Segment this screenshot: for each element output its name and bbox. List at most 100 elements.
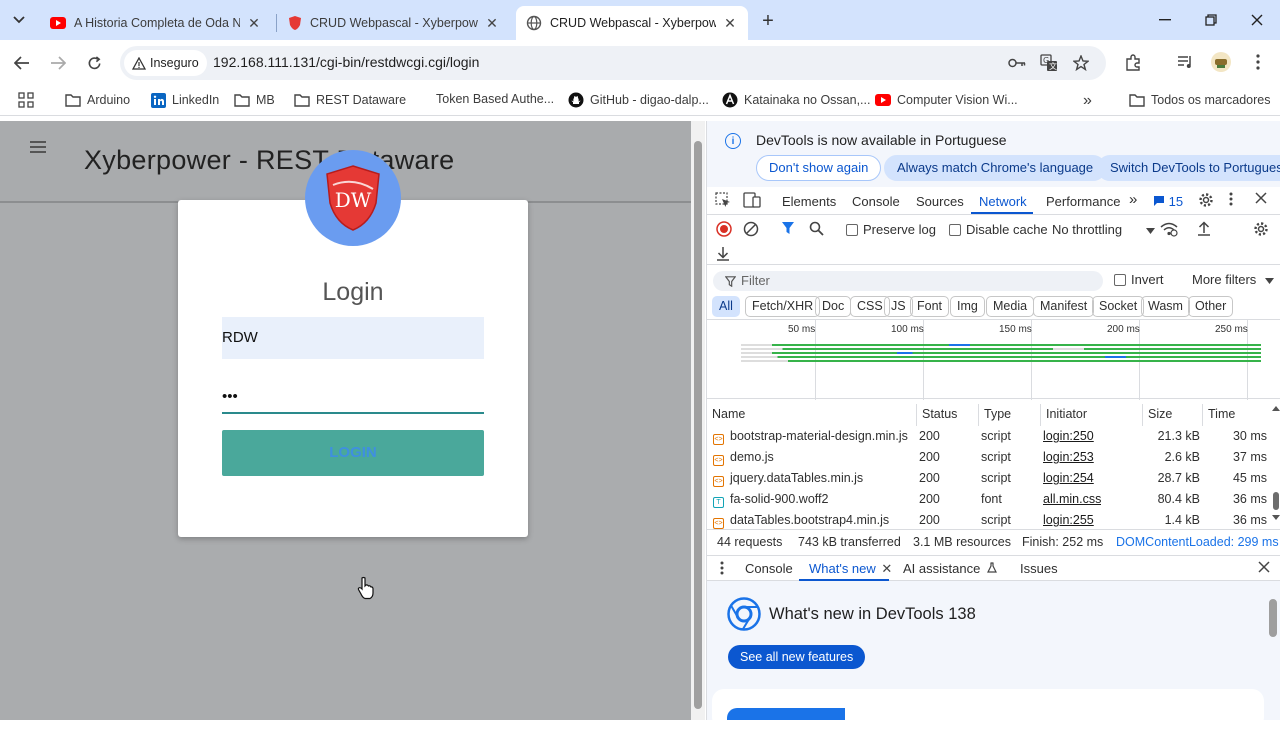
- tab-sources[interactable]: Sources: [916, 194, 964, 209]
- bookmark-katainaka[interactable]: Katainaka no Ossan,...: [722, 92, 870, 108]
- url-text[interactable]: 192.168.111.131/cgi-bin/restdwcgi.cgi/lo…: [213, 54, 479, 70]
- tab-performance[interactable]: Performance: [1046, 194, 1120, 209]
- request-initiator[interactable]: all.min.css: [1043, 489, 1101, 510]
- tab-elements[interactable]: Elements: [782, 194, 836, 209]
- column-time[interactable]: Time: [1203, 404, 1271, 426]
- column-size[interactable]: Size: [1143, 404, 1203, 426]
- close-icon[interactable]: ✕: [722, 15, 738, 31]
- request-initiator[interactable]: login:254: [1043, 468, 1094, 489]
- clear-icon[interactable]: [743, 221, 759, 237]
- password-field[interactable]: •••: [222, 376, 484, 414]
- table-row[interactable]: <> demo.js 200 script login:253 2.6 kB 37…: [707, 447, 1271, 468]
- invert-checkbox[interactable]: Invert: [1114, 272, 1164, 287]
- switch-portuguese-button[interactable]: Switch DevTools to Portuguese: [1097, 155, 1280, 181]
- see-all-features-button[interactable]: See all new features: [728, 645, 866, 669]
- disable-cache-checkbox[interactable]: Disable cache: [949, 222, 1048, 237]
- security-chip[interactable]: Inseguro: [124, 50, 207, 76]
- chip-other[interactable]: Other: [1188, 296, 1234, 317]
- more-vertical-icon[interactable]: [1229, 192, 1233, 206]
- new-tab-button[interactable]: +: [756, 9, 780, 33]
- table-row[interactable]: <> dataTables.bootstrap4.min.js 200 scrip…: [707, 510, 1271, 531]
- back-button[interactable]: [9, 50, 35, 76]
- extensions-button[interactable]: [1121, 50, 1145, 74]
- bookmark-star-icon[interactable]: [1071, 53, 1091, 73]
- close-drawer-icon[interactable]: [1258, 561, 1270, 573]
- translate-icon[interactable]: G文: [1039, 53, 1059, 73]
- drawer-tab-ai-assistance[interactable]: AI assistance: [903, 561, 997, 576]
- address-bar[interactable]: Inseguro 192.168.111.131/cgi-bin/restdwc…: [120, 46, 1106, 80]
- media-control-button[interactable]: [1173, 50, 1197, 74]
- close-icon[interactable]: ✕: [881, 561, 892, 576]
- drawer-tab-issues[interactable]: Issues: [1020, 561, 1058, 576]
- preserve-log-checkbox[interactable]: Preserve log: [846, 222, 936, 237]
- chip-js[interactable]: JS: [884, 296, 913, 317]
- forward-button[interactable]: [45, 50, 71, 76]
- scrollbar-thumb[interactable]: [1273, 492, 1279, 510]
- dont-show-again-button[interactable]: Don't show again: [756, 155, 882, 181]
- scrollbar-thumb[interactable]: [694, 141, 702, 709]
- profile-avatar[interactable]: [1209, 50, 1233, 74]
- network-settings-gear-icon[interactable]: [1253, 221, 1269, 237]
- column-initiator[interactable]: Initiator: [1041, 404, 1143, 426]
- export-har-icon[interactable]: [716, 246, 730, 261]
- chip-fetch-xhr[interactable]: Fetch/XHR: [745, 296, 821, 317]
- tab-console[interactable]: Console: [852, 194, 900, 209]
- record-icon[interactable]: [716, 221, 732, 237]
- more-filters-dropdown[interactable]: More filters: [1192, 272, 1274, 287]
- all-bookmarks[interactable]: Todos os marcadores: [1129, 92, 1271, 108]
- tab-search-button[interactable]: [6, 7, 32, 33]
- chip-media[interactable]: Media: [986, 296, 1035, 317]
- settings-gear-icon[interactable]: [1198, 192, 1214, 208]
- more-bookmarks-button[interactable]: »: [1083, 92, 1092, 110]
- request-initiator[interactable]: login:250: [1043, 426, 1094, 447]
- close-devtools-icon[interactable]: [1255, 192, 1267, 204]
- username-field[interactable]: RDW: [222, 317, 484, 359]
- checkbox-box[interactable]: [949, 224, 961, 236]
- column-name[interactable]: Name: [707, 404, 917, 426]
- table-row[interactable]: <> bootstrap-material-design.min.js 200 s…: [707, 426, 1271, 447]
- throttling-select[interactable]: No throttling: [1052, 222, 1155, 237]
- key-icon[interactable]: [1007, 53, 1027, 73]
- chip-doc[interactable]: Doc: [815, 296, 852, 317]
- tab-crud-1[interactable]: CRUD Webpascal - Xyberpower ✕: [278, 6, 510, 40]
- chip-wasm[interactable]: Wasm: [1141, 296, 1190, 317]
- drawer-scrollbar-thumb[interactable]: [1269, 599, 1277, 637]
- filter-input[interactable]: Filter: [713, 271, 1103, 291]
- tab-youtube[interactable]: A Historia Completa de Oda No ✕: [40, 6, 272, 40]
- chip-font[interactable]: Font: [910, 296, 950, 317]
- bookmark-github[interactable]: GitHub - digao-dalp...: [568, 92, 709, 108]
- issues-badge[interactable]: 15: [1153, 194, 1183, 209]
- network-timeline-overview[interactable]: 50 ms 100 ms 150 ms 200 ms 250 ms: [707, 319, 1280, 400]
- drawer-tab-console[interactable]: Console: [745, 561, 793, 576]
- hamburger-menu-icon[interactable]: [30, 141, 46, 155]
- filter-funnel-icon[interactable]: [781, 221, 795, 235]
- more-tabs-button[interactable]: »: [1129, 191, 1137, 208]
- page-scrollbar[interactable]: [691, 121, 705, 720]
- tab-crud-2-active[interactable]: CRUD Webpascal - Xyberpower ✕: [516, 6, 748, 40]
- bookmark-token-auth[interactable]: Token Based Authe...: [436, 92, 554, 106]
- table-row[interactable]: Tfa-solid-900.woff2 200 font all.min.css…: [707, 489, 1271, 510]
- restore-button[interactable]: [1198, 8, 1224, 32]
- tab-network[interactable]: Network: [979, 194, 1027, 209]
- checkbox-box[interactable]: [846, 224, 858, 236]
- bookmark-mb[interactable]: MB: [234, 92, 275, 108]
- bookmark-computer-vision[interactable]: Computer Vision Wi...: [875, 92, 1018, 108]
- reload-button[interactable]: [81, 50, 107, 76]
- import-har-icon[interactable]: [1197, 221, 1211, 236]
- close-icon[interactable]: ✕: [484, 15, 500, 31]
- chip-socket[interactable]: Socket: [1092, 296, 1145, 317]
- drawer-tab-whats-new[interactable]: What's new ✕: [809, 561, 892, 577]
- bookmark-arduino[interactable]: Arduino: [65, 92, 130, 108]
- apps-button[interactable]: [18, 92, 34, 108]
- column-type[interactable]: Type: [979, 404, 1041, 426]
- device-toolbar-icon[interactable]: [743, 192, 761, 208]
- close-icon[interactable]: ✕: [246, 15, 262, 31]
- browser-menu-button[interactable]: [1246, 50, 1270, 74]
- column-status[interactable]: Status: [917, 404, 979, 426]
- chip-all[interactable]: All: [712, 296, 740, 317]
- match-language-button[interactable]: Always match Chrome's language: [884, 155, 1107, 181]
- drawer-menu-icon[interactable]: [720, 561, 724, 575]
- close-window-button[interactable]: [1244, 8, 1270, 32]
- minimize-button[interactable]: [1152, 8, 1178, 32]
- inspect-element-icon[interactable]: [715, 192, 731, 208]
